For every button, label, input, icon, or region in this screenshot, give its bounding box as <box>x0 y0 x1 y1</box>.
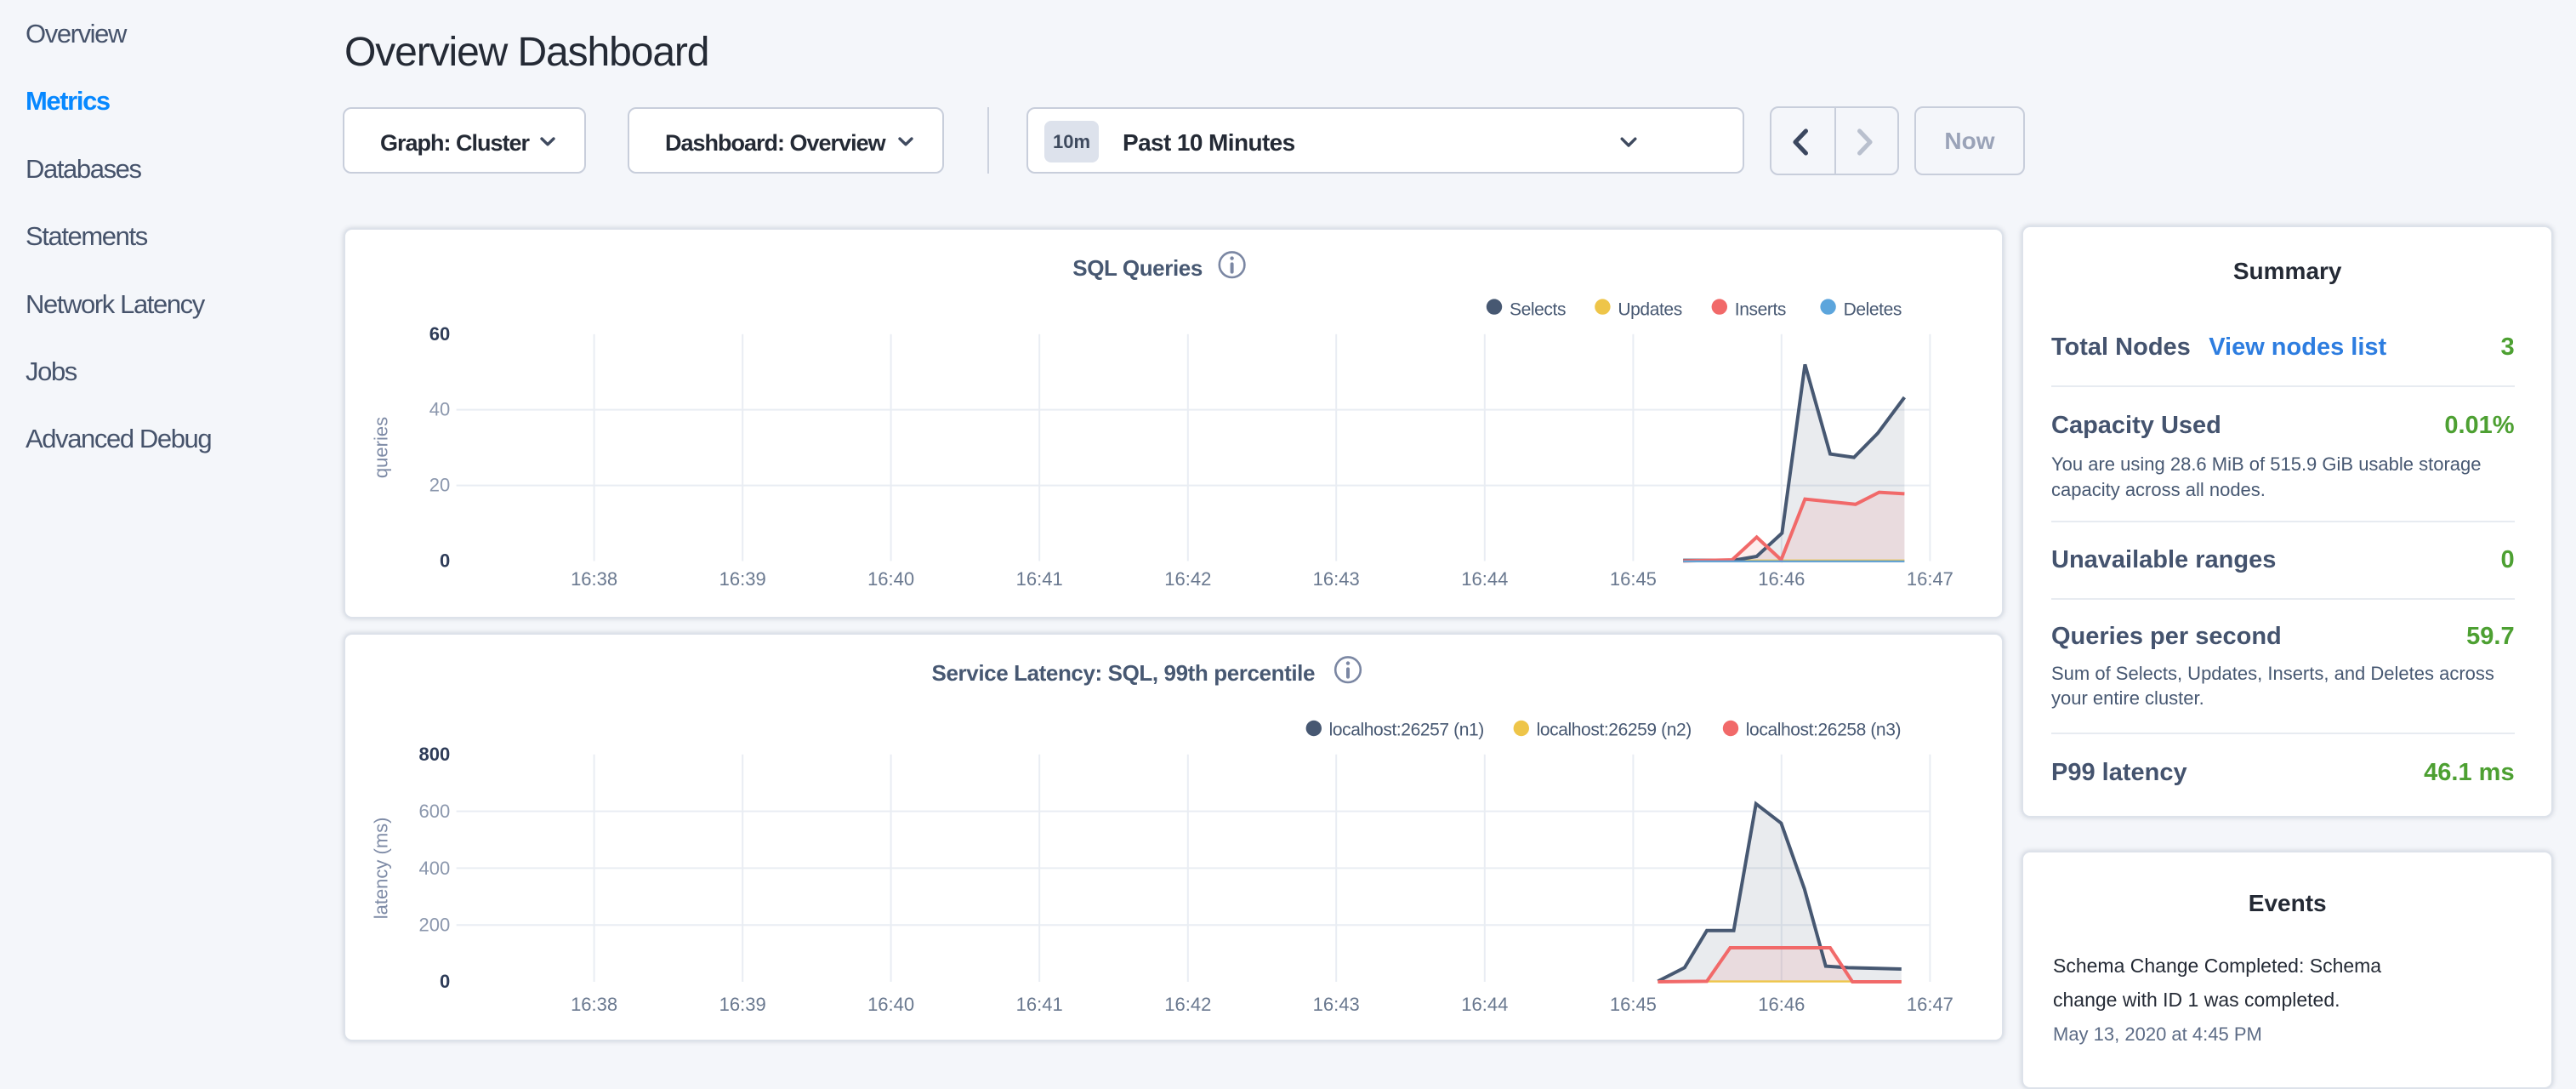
svg-text:16:44: 16:44 <box>1461 568 1508 590</box>
svg-text:16:45: 16:45 <box>1610 994 1657 1015</box>
svg-text:Inserts: Inserts <box>1735 299 1786 319</box>
svg-text:40: 40 <box>429 399 450 420</box>
svg-text:Updates: Updates <box>1618 299 1681 319</box>
svg-text:600: 600 <box>418 801 450 822</box>
svg-text:Selects: Selects <box>1510 299 1566 319</box>
svg-text:16:43: 16:43 <box>1313 994 1360 1015</box>
svg-text:16:42: 16:42 <box>1164 568 1211 590</box>
svg-text:400: 400 <box>418 858 450 879</box>
svg-text:16:46: 16:46 <box>1758 568 1805 590</box>
svg-text:16:47: 16:47 <box>1907 994 1953 1015</box>
svg-text:localhost:26257 (n1): localhost:26257 (n1) <box>1329 720 1484 739</box>
svg-text:Deletes: Deletes <box>1844 299 1902 319</box>
svg-text:localhost:26258 (n3): localhost:26258 (n3) <box>1746 720 1901 739</box>
svg-text:16:39: 16:39 <box>719 994 766 1015</box>
svg-text:16:42: 16:42 <box>1164 994 1211 1015</box>
svg-text:16:41: 16:41 <box>1016 994 1063 1015</box>
svg-text:16:43: 16:43 <box>1313 568 1360 590</box>
svg-text:200: 200 <box>418 915 450 936</box>
svg-text:0: 0 <box>440 971 450 992</box>
svg-text:queries: queries <box>371 417 392 478</box>
svg-text:localhost:26259 (n2): localhost:26259 (n2) <box>1537 720 1692 739</box>
svg-text:0: 0 <box>440 550 450 572</box>
svg-text:20: 20 <box>429 475 450 496</box>
svg-text:16:41: 16:41 <box>1016 568 1063 590</box>
svg-text:16:45: 16:45 <box>1610 568 1657 590</box>
svg-text:16:38: 16:38 <box>571 568 617 590</box>
svg-text:16:46: 16:46 <box>1758 994 1805 1015</box>
svg-text:16:39: 16:39 <box>719 568 766 590</box>
svg-text:SQL Queries: SQL Queries <box>1072 255 1203 281</box>
svg-text:Service Latency: SQL, 99th per: Service Latency: SQL, 99th percentile <box>932 660 1316 686</box>
svg-text:800: 800 <box>418 744 450 765</box>
svg-text:latency (ms): latency (ms) <box>371 818 392 920</box>
svg-text:16:40: 16:40 <box>867 568 914 590</box>
svg-text:16:38: 16:38 <box>571 994 617 1015</box>
svg-text:16:44: 16:44 <box>1461 994 1508 1015</box>
svg-text:60: 60 <box>429 323 450 345</box>
svg-text:16:47: 16:47 <box>1907 568 1953 590</box>
svg-text:16:40: 16:40 <box>867 994 914 1015</box>
